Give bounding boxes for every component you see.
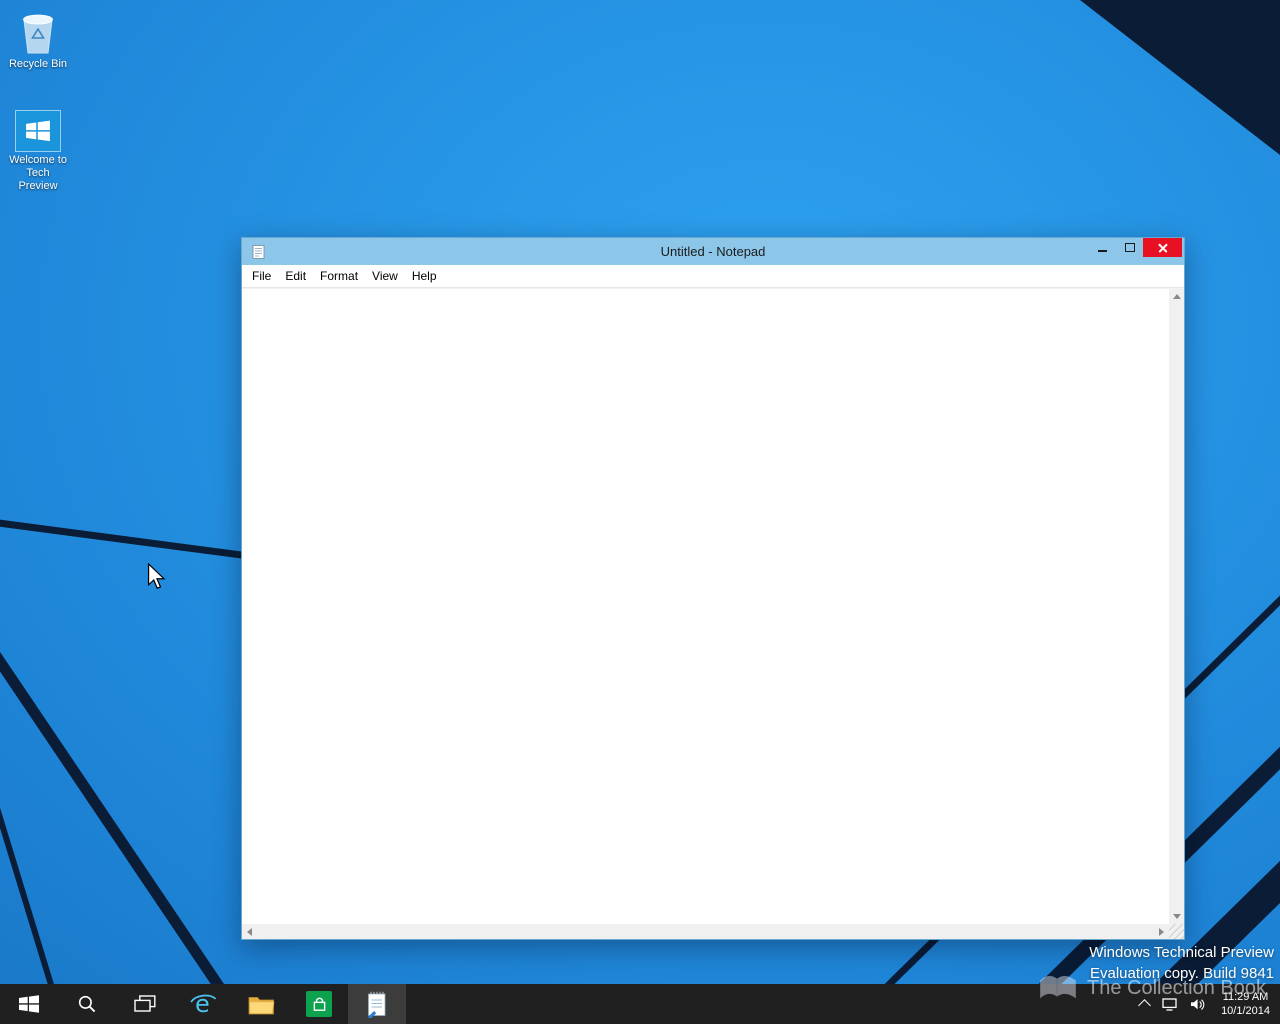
taskbar-ie-button[interactable]: e <box>174 984 232 1024</box>
maximize-button[interactable] <box>1116 238 1143 257</box>
evaluation-watermark-line2: Evaluation copy. Build 9841 <box>1089 965 1274 982</box>
triangle-up-icon <box>1172 294 1181 299</box>
notepad-window: Untitled - Notepad File Edit Format View… <box>241 237 1185 940</box>
vertical-scrollbar[interactable] <box>1169 289 1184 924</box>
triangle-down-icon <box>1172 914 1181 919</box>
scroll-down-button[interactable] <box>1169 909 1184 924</box>
evaluation-watermark: Windows Technical Preview Evaluation cop… <box>1089 942 1274 984</box>
taskbar-file-explorer-button[interactable] <box>232 984 290 1024</box>
minimize-icon <box>1098 249 1107 252</box>
menu-file[interactable]: File <box>245 266 278 287</box>
maximize-icon <box>1124 243 1135 252</box>
window-title: Untitled - Notepad <box>660 244 766 259</box>
triangle-right-icon <box>1159 927 1164 936</box>
scroll-left-button[interactable] <box>242 924 257 939</box>
horizontal-scrollbar[interactable] <box>242 924 1169 939</box>
clock-date: 10/1/2014 <box>1221 1005 1270 1017</box>
windows-logo-icon <box>19 995 39 1013</box>
menu-help[interactable]: Help <box>405 266 444 287</box>
text-editor[interactable] <box>242 289 1169 924</box>
close-button[interactable] <box>1143 238 1182 257</box>
folder-icon <box>248 996 274 1014</box>
network-icon[interactable] <box>1162 997 1177 1011</box>
wallpaper-beam <box>0 640 255 1024</box>
wallpaper-beam <box>0 519 255 561</box>
menu-view[interactable]: View <box>365 266 405 287</box>
clock-time: 11:29 AM <box>1222 991 1269 1003</box>
stacked-windows-icon <box>134 995 156 1012</box>
taskbar: e 11:29 AM 10/1/2014 <box>0 984 1280 1024</box>
minimize-button[interactable] <box>1089 238 1116 257</box>
notepad-icon <box>368 991 386 1018</box>
scroll-right-button[interactable] <box>1154 924 1169 939</box>
taskbar-search-button[interactable] <box>58 984 116 1024</box>
svg-text:e: e <box>195 990 210 1018</box>
resize-grip[interactable] <box>1169 924 1184 939</box>
recycle-bin-icon <box>6 8 70 56</box>
evaluation-watermark-line1: Windows Technical Preview <box>1089 944 1274 961</box>
desktop-icon-label: Recycle Bin <box>8 58 68 70</box>
wallpaper-beam <box>1080 0 1280 155</box>
taskbar-store-button[interactable] <box>290 984 348 1024</box>
desktop-screen: { "desktop": { "icons": [ { "id": "recyc… <box>0 0 1280 1024</box>
triangle-left-icon <box>247 927 252 936</box>
taskbar-start-button[interactable] <box>0 984 58 1024</box>
notepad-titlebar[interactable]: Untitled - Notepad <box>242 238 1184 265</box>
desktop-icon-recycle-bin[interactable]: Recycle Bin <box>6 8 70 71</box>
shopping-bag-icon <box>313 997 325 1011</box>
menu-format[interactable]: Format <box>313 266 365 287</box>
desktop-icon-welcome-tech-preview[interactable]: Welcome to Tech Preview <box>6 104 70 193</box>
scroll-up-button[interactable] <box>1169 289 1184 304</box>
notepad-client-area <box>242 288 1184 939</box>
tray-clock[interactable]: 11:29 AM 10/1/2014 <box>1221 990 1270 1018</box>
volume-icon[interactable] <box>1190 998 1205 1011</box>
ie-e-icon: e <box>190 990 217 1018</box>
caption-buttons <box>1089 238 1182 257</box>
system-tray: 11:29 AM 10/1/2014 <box>1138 984 1280 1024</box>
notepad-menubar: File Edit Format View Help <box>242 265 1184 288</box>
welcome-tile-icon <box>6 104 70 152</box>
menu-edit[interactable]: Edit <box>278 266 313 287</box>
taskbar-notepad-button[interactable] <box>348 984 406 1024</box>
expand-chevron-icon[interactable] <box>1138 999 1151 1012</box>
desktop-icon-label: Welcome to Tech Preview <box>9 154 67 192</box>
magnifier-icon <box>78 995 96 1013</box>
taskbar-task-view-button[interactable] <box>116 984 174 1024</box>
store-tile <box>306 991 332 1017</box>
